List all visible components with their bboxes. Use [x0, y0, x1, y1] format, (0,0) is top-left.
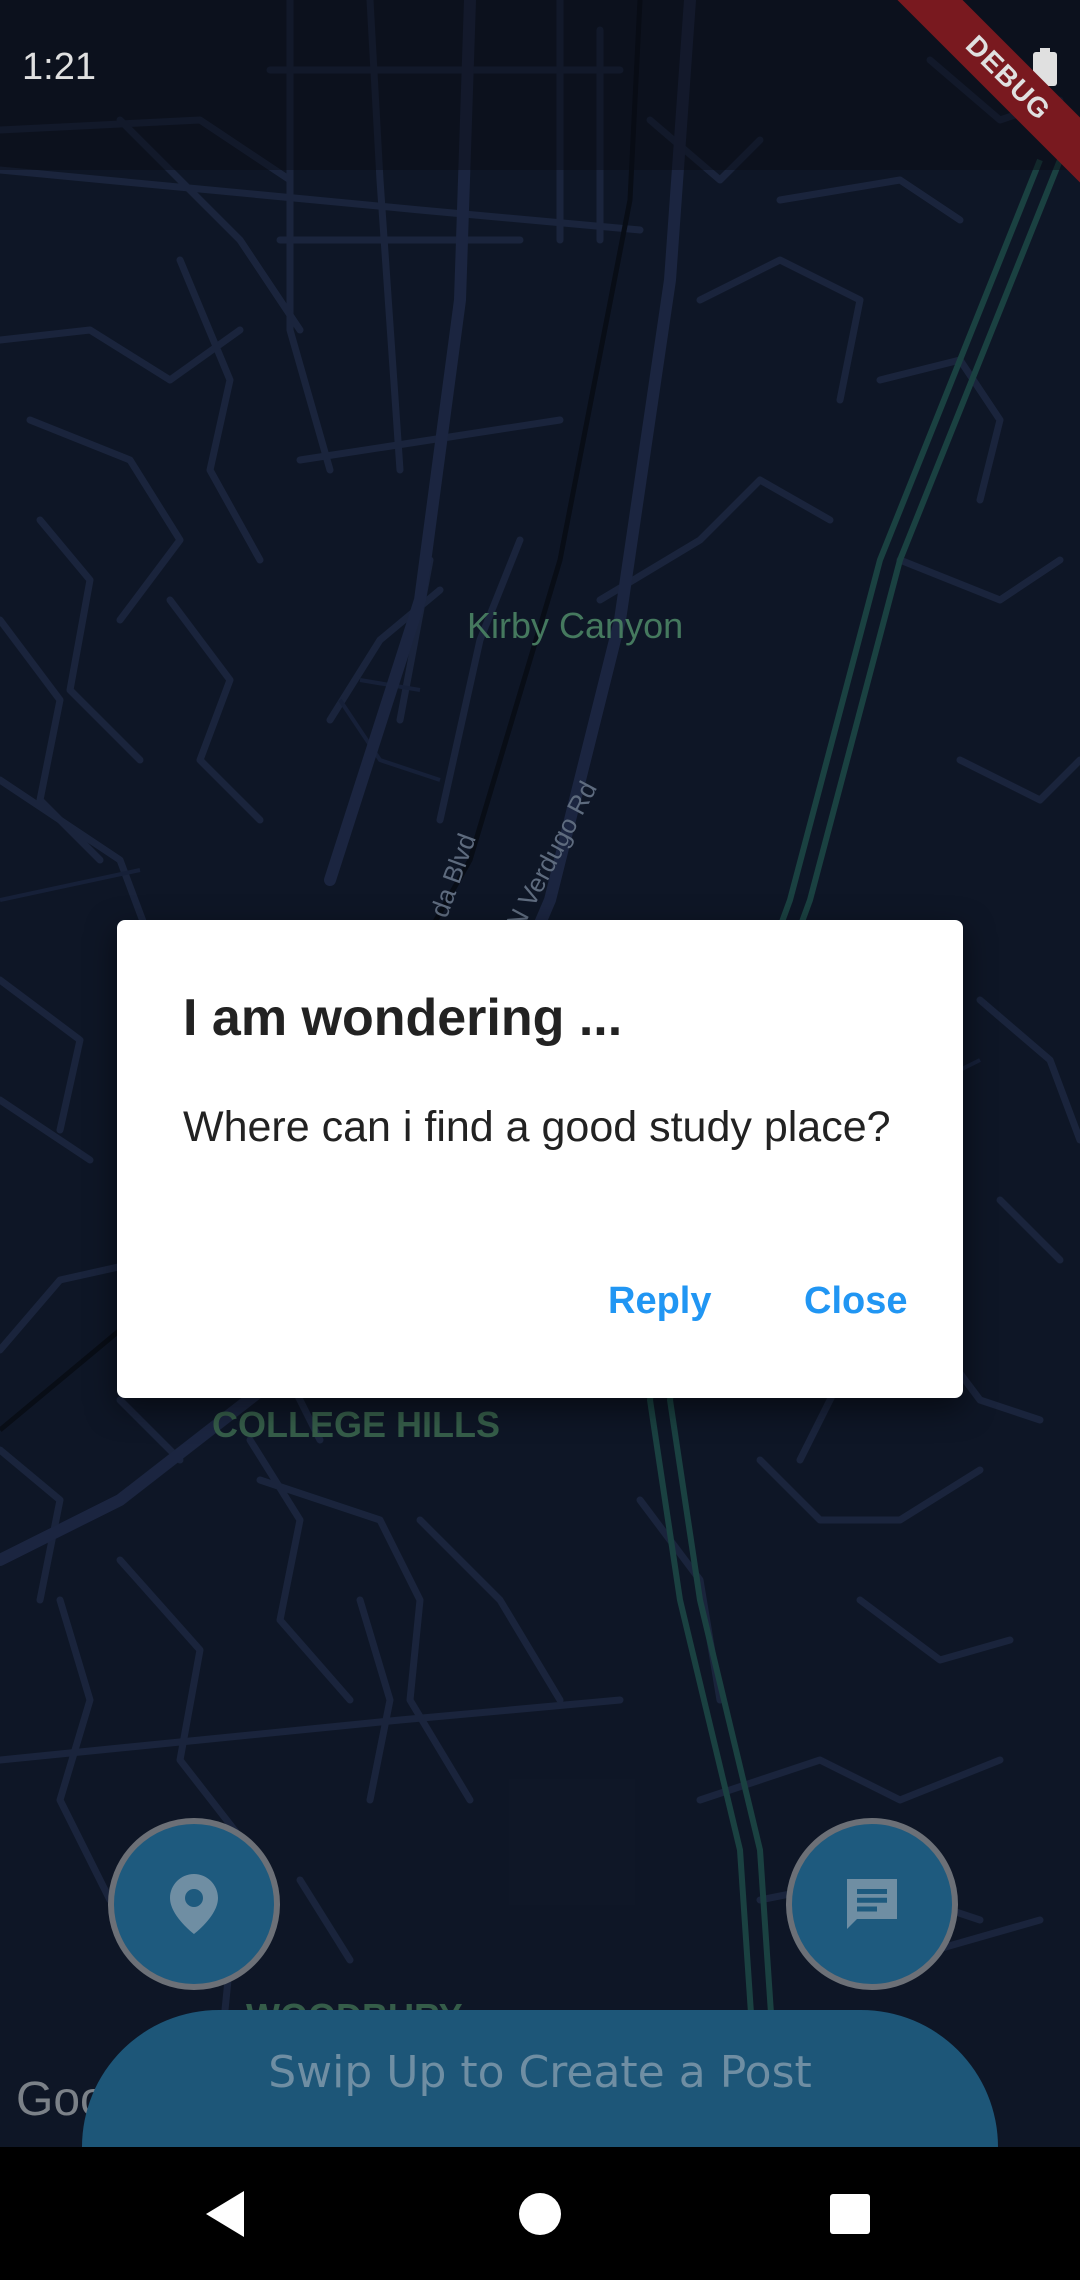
question-dialog: I am wondering ... Where can i find a go… — [117, 920, 963, 1398]
chat-button[interactable] — [786, 1818, 958, 1990]
chat-message-icon — [847, 1879, 897, 1929]
close-button[interactable]: Close — [804, 1280, 907, 1323]
create-post-panel[interactable]: Swip Up to Create a Post — [82, 2010, 998, 2147]
home-icon[interactable] — [516, 2187, 564, 2241]
location-pin-icon — [170, 1874, 218, 1934]
system-nav-bar — [0, 2147, 1080, 2280]
back-icon[interactable] — [200, 2187, 250, 2241]
dialog-message: Where can i find a good study place? — [183, 1103, 891, 1151]
reply-button[interactable]: Reply — [608, 1280, 711, 1323]
dialog-title: I am wondering ... — [183, 989, 623, 1047]
location-button[interactable] — [108, 1818, 280, 1990]
create-post-label: Swip Up to Create a Post — [268, 2047, 812, 2098]
recents-icon[interactable] — [826, 2187, 874, 2241]
